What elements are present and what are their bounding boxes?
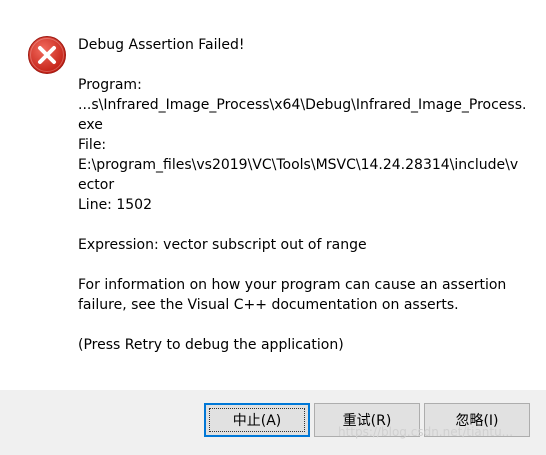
program-path-line2: exe [78,117,103,133]
file-path-line1: E:\program_files\vs2019\VC\Tools\MSVC\14… [78,157,519,173]
file-path-line2: ector [78,177,115,193]
info-line2: failure, see the Visual C++ documentatio… [78,297,459,313]
abort-button-label: 中止(A) [232,413,282,429]
expression-text: Expression: vector subscript out of rang… [78,237,367,253]
program-label: Program: [78,77,142,93]
file-label: File: [78,137,107,153]
line-number: Line: 1502 [78,197,152,213]
program-path-line1: ...s\Infrared_Image_Process\x64\Debug\In… [78,97,527,113]
message-text: Debug Assertion Failed! Program: ...s\In… [78,35,540,355]
abort-button[interactable]: 中止(A) [204,403,310,437]
dialog-title: Debug Assertion Failed! [78,37,245,53]
watermark: https://blog.csdn.net/tiantu... [338,425,514,439]
dialog-body: Debug Assertion Failed! Program: ...s\In… [0,0,546,390]
retry-hint: (Press Retry to debug the application) [78,337,344,353]
info-line1: For information on how your program can … [78,277,507,293]
error-icon [28,36,66,74]
